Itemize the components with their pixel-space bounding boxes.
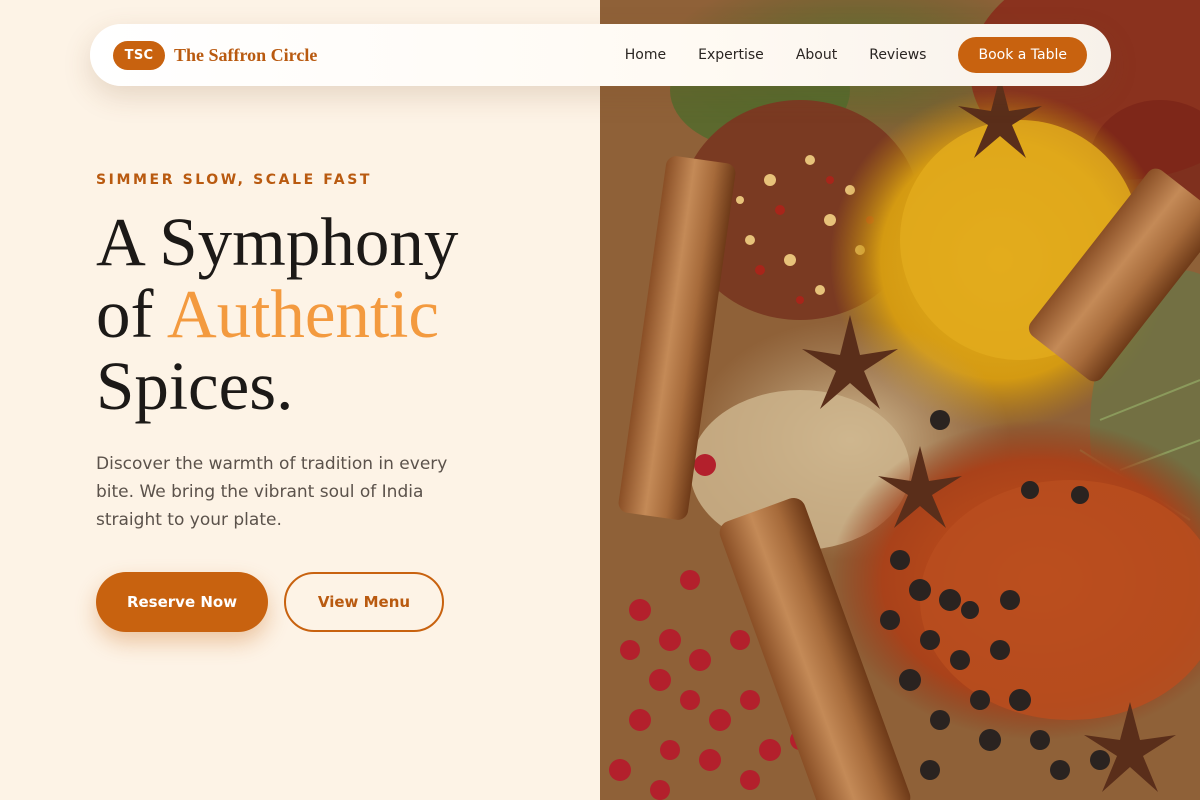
spices-photo <box>600 0 1200 800</box>
view-menu-button[interactable]: View Menu <box>284 572 444 632</box>
hero-headline: A Symphony of Authentic Spices. <box>96 206 576 422</box>
brand-name[interactable]: The Saffron Circle <box>174 45 317 66</box>
top-navbar: TSC The Saffron Circle Home Expertise Ab… <box>90 24 1111 86</box>
headline-of: of <box>96 276 167 352</box>
nav-link-home[interactable]: Home <box>625 47 666 63</box>
reserve-now-button[interactable]: Reserve Now <box>96 572 268 632</box>
nav-link-expertise[interactable]: Expertise <box>698 47 764 63</box>
headline-line-1: A Symphony <box>96 204 459 280</box>
headline-line-3: Spices. <box>96 348 294 424</box>
nav-link-about[interactable]: About <box>796 47 837 63</box>
headline-accent: Authentic <box>166 276 440 352</box>
nav-links: Home Expertise About Reviews Book a Tabl… <box>625 37 1087 73</box>
hero-lede: Discover the warmth of tradition in ever… <box>96 454 448 530</box>
nav-link-reviews[interactable]: Reviews <box>869 47 926 63</box>
book-table-button[interactable]: Book a Table <box>958 37 1087 73</box>
hero-eyebrow: SIMMER SLOW, SCALE FAST <box>96 172 373 188</box>
logo-badge[interactable]: TSC <box>113 40 165 70</box>
